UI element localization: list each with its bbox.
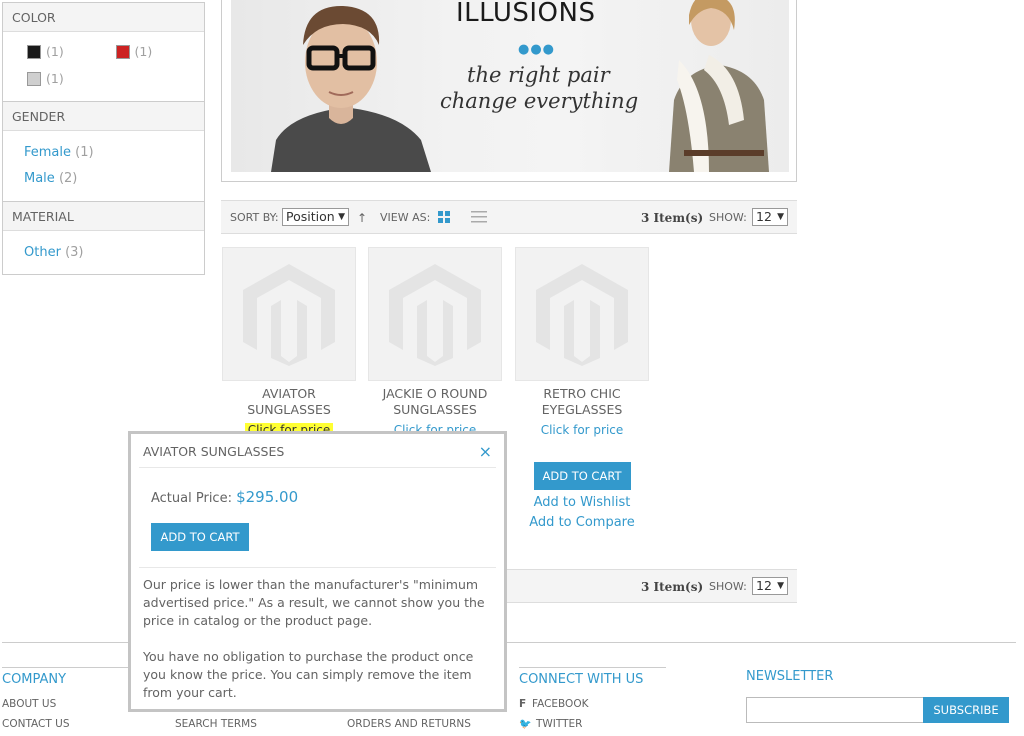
show-label: SHOW: bbox=[709, 580, 747, 593]
product-name[interactable]: RETRO CHIC EYEGLASSES bbox=[515, 386, 649, 418]
popup-divider bbox=[139, 467, 496, 468]
filter-color-title: COLOR bbox=[3, 3, 204, 32]
footer-twitter-link[interactable]: 🐦 TWITTER bbox=[519, 718, 582, 730]
swatch-silver-chip bbox=[27, 71, 41, 86]
swatch-count: (1) bbox=[134, 44, 153, 59]
actual-price-value: $295.00 bbox=[236, 488, 299, 506]
swatch-red[interactable]: (1) bbox=[115, 44, 205, 59]
price-popup: AVIATOR SUNGLASSES × Actual Price: $295.… bbox=[128, 431, 507, 712]
popup-title: AVIATOR SUNGLASSES bbox=[143, 444, 285, 459]
chevron-down-icon: ▼ bbox=[777, 581, 784, 591]
hero-frame: ILLUSIONS ●●● the right pair change ever… bbox=[221, 0, 797, 182]
footer-column-divider bbox=[519, 667, 666, 668]
facebook-label: FACEBOOK bbox=[532, 698, 589, 710]
popup-divider bbox=[139, 567, 496, 568]
close-icon[interactable]: × bbox=[479, 442, 492, 461]
magento-placeholder-icon bbox=[536, 264, 628, 366]
footer-company-title: COMPANY bbox=[2, 672, 67, 687]
filter-count: (2) bbox=[58, 171, 78, 186]
filter-gender: GENDER Female (1) Male (2) bbox=[2, 101, 205, 202]
sort-select[interactable]: Position ▼ bbox=[282, 208, 349, 226]
filter-gender-male[interactable]: Male (2) bbox=[24, 166, 204, 192]
filter-count: (1) bbox=[75, 145, 94, 160]
magento-placeholder-icon bbox=[389, 264, 481, 366]
product-image[interactable] bbox=[222, 247, 356, 381]
filter-gender-title: GENDER bbox=[3, 102, 204, 131]
sort-value: Position bbox=[286, 209, 335, 224]
product-image[interactable] bbox=[515, 247, 649, 381]
view-label: VIEW AS: bbox=[380, 211, 431, 224]
filter-gender-female[interactable]: Female (1) bbox=[24, 140, 204, 166]
add-to-cart-button[interactable]: ADD TO CART bbox=[533, 462, 631, 490]
product-image[interactable] bbox=[368, 247, 502, 381]
footer-about-link[interactable]: ABOUT US bbox=[2, 698, 56, 710]
actual-price: Actual Price: $295.00 bbox=[151, 488, 298, 506]
twitter-label: TWITTER bbox=[536, 718, 583, 730]
hero-dots: ●●● bbox=[518, 42, 556, 57]
twitter-icon: 🐦 bbox=[519, 719, 532, 730]
hero-title: ILLUSIONS bbox=[456, 0, 596, 28]
footer-connect-title: CONNECT WITH US bbox=[519, 672, 644, 687]
filter-material: MATERIAL Other (3) bbox=[2, 201, 205, 275]
filter-label: Other bbox=[24, 245, 61, 260]
magento-placeholder-icon bbox=[243, 264, 335, 366]
chevron-down-icon: ▼ bbox=[338, 212, 345, 222]
show-label: SHOW: bbox=[709, 211, 747, 224]
items-count: 3 Item(s) bbox=[641, 580, 704, 594]
footer-facebook-link[interactable]: f FACEBOOK bbox=[519, 698, 588, 710]
footer-newsletter-title: NEWSLETTER bbox=[746, 669, 834, 684]
subscribe-button[interactable]: SUBSCRIBE bbox=[923, 697, 1009, 723]
product-name[interactable]: JACKIE O ROUND SUNGLASSES bbox=[368, 386, 502, 418]
popup-add-to-cart-button[interactable]: ADD TO CART bbox=[151, 523, 249, 551]
footer-orders-returns-link[interactable]: ORDERS AND RETURNS bbox=[347, 718, 471, 730]
chevron-down-icon: ▼ bbox=[777, 212, 784, 222]
sort-label: SORT BY: bbox=[230, 211, 279, 224]
facebook-icon: f bbox=[519, 698, 527, 710]
add-to-wishlist-link[interactable]: Add to Wishlist bbox=[515, 493, 649, 513]
grid-view-icon[interactable] bbox=[438, 211, 450, 223]
items-count: 3 Item(s) bbox=[641, 211, 704, 225]
product-name[interactable]: AVIATOR SUNGLASSES bbox=[222, 386, 356, 418]
popup-disclaimer: Our price is lower than the manufacturer… bbox=[143, 577, 485, 628]
swatch-count: (1) bbox=[46, 71, 64, 86]
filter-count: (3) bbox=[65, 245, 84, 260]
sort-direction-icon[interactable]: ↑ bbox=[357, 201, 367, 235]
hero-subtitle-line2: change everything bbox=[440, 89, 639, 113]
swatch-black[interactable]: (1) bbox=[27, 44, 116, 59]
swatch-count: (1) bbox=[46, 44, 64, 59]
add-to-compare-link[interactable]: Add to Compare bbox=[515, 513, 649, 533]
popup-obligation-note: You have no obligation to purchase the p… bbox=[143, 649, 474, 700]
swatch-red-chip bbox=[115, 44, 130, 59]
hero-banner[interactable]: ILLUSIONS ●●● the right pair change ever… bbox=[231, 0, 789, 172]
filter-material-title: MATERIAL bbox=[3, 202, 204, 231]
product-card: RETRO CHIC EYEGLASSES Click for price AD… bbox=[515, 247, 649, 533]
swatch-silver[interactable]: (1) bbox=[27, 71, 117, 86]
swatch-black-chip bbox=[27, 44, 41, 59]
show-select[interactable]: 12 ▼ bbox=[752, 208, 788, 226]
product-card: JACKIE O ROUND SUNGLASSES Click for pric… bbox=[368, 247, 502, 437]
footer-search-terms-link[interactable]: SEARCH TERMS bbox=[175, 718, 257, 730]
show-value: 12 bbox=[756, 578, 772, 593]
filter-label: Male bbox=[24, 171, 55, 186]
click-for-price-link[interactable]: Click for price bbox=[515, 423, 649, 437]
newsletter-email-input[interactable] bbox=[746, 697, 924, 723]
show-value: 12 bbox=[756, 209, 772, 224]
actual-price-label: Actual Price: bbox=[151, 491, 232, 506]
hero-man-image bbox=[271, 5, 431, 172]
filter-label: Female bbox=[24, 145, 72, 160]
filter-color: COLOR (1) (1) (1) bbox=[2, 2, 205, 102]
product-card: AVIATOR SUNGLASSES Click for price ★★★★ bbox=[222, 247, 356, 450]
toolbar-top: SORT BY: Position ▼ ↑ VIEW AS: 3 Item(s)… bbox=[221, 200, 797, 234]
hero-woman-image bbox=[669, 0, 769, 172]
show-select[interactable]: 12 ▼ bbox=[752, 577, 788, 595]
filter-material-other[interactable]: Other (3) bbox=[24, 240, 204, 266]
hero-subtitle-line1: the right pair bbox=[467, 63, 610, 87]
list-view-icon[interactable] bbox=[471, 211, 487, 223]
footer-contact-link[interactable]: CONTACT US bbox=[2, 718, 69, 730]
